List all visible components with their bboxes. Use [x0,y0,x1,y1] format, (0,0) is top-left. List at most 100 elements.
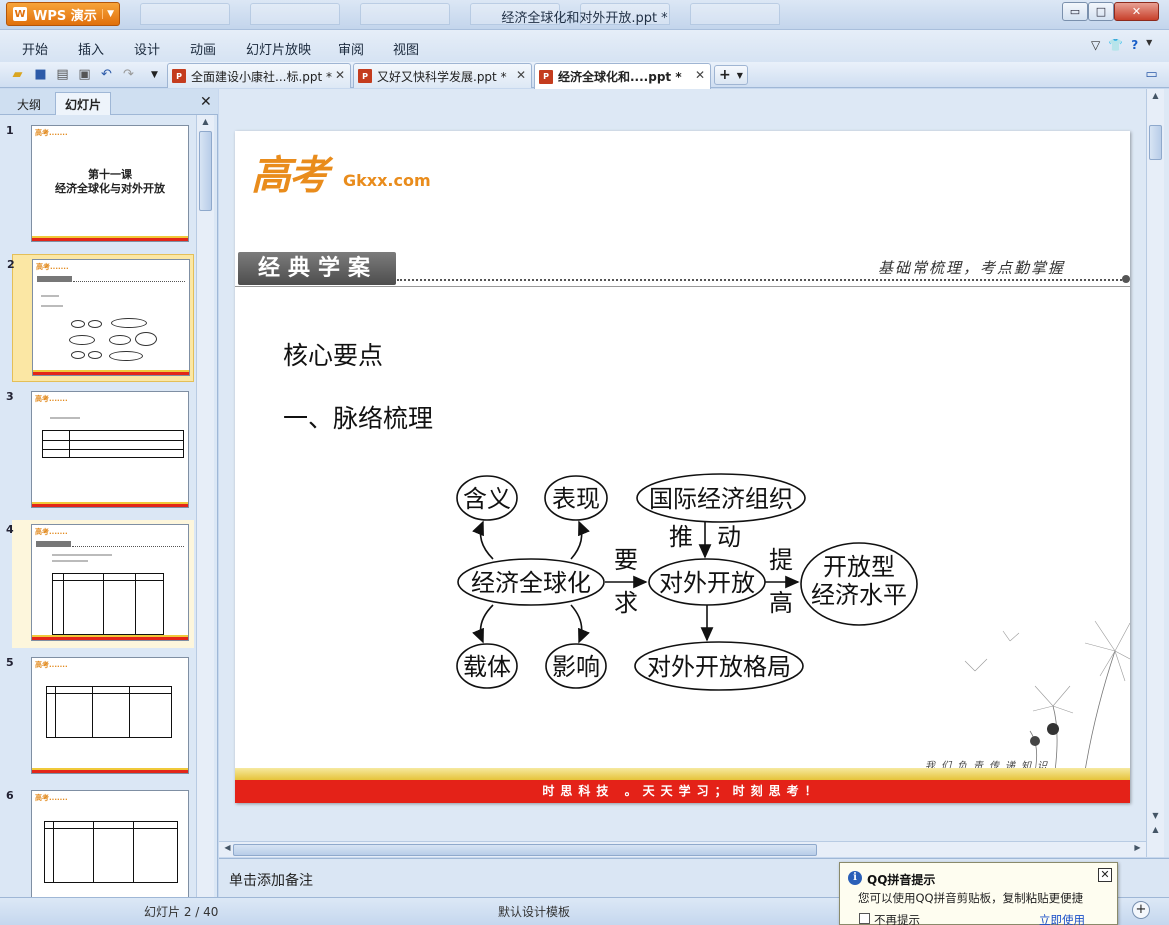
label-open-economy-2: 经济水平 [811,581,907,609]
thumb-banner [37,276,72,282]
menu-item-home[interactable]: 开始 [22,39,48,58]
slide-preview: 高考....... [31,391,189,508]
thumb-logo: 高考....... [35,129,68,137]
new-tab-button[interactable]: + ▼ [714,65,748,85]
close-tab-icon[interactable]: ✕ [516,68,526,82]
slide-preview: 高考....... [31,790,189,897]
use-now-link[interactable]: 立即使用 [1039,912,1085,925]
label-impact: 影响 [552,653,600,681]
plus-icon: + [719,67,731,83]
thumb-logo: 高考....... [36,263,69,271]
menu-item-view[interactable]: 视图 [393,39,419,58]
close-icon: ✕ [1131,5,1142,18]
ppt-file-icon: P [172,69,186,83]
ppt-file-icon: P [539,69,553,84]
label-carrier: 载体 [463,653,511,681]
thumb-footer-bar [32,502,188,507]
prev-slide-icon[interactable]: ▲ [1149,825,1162,837]
horizontal-scrollbar[interactable]: ◀ ▶ [219,841,1146,857]
vertical-scrollbar[interactable]: ▲ ▼ ▲ [1146,89,1164,857]
notes-placeholder[interactable]: 单击添加备注 [229,870,313,890]
close-button[interactable]: ✕ [1114,2,1159,21]
redo-icon[interactable]: ↷ [120,66,137,83]
menu-item-design[interactable]: 设计 [134,39,160,58]
save-icon[interactable]: ■ [32,66,49,83]
thumb-table [46,686,172,738]
thumb-footer-bar [33,370,189,375]
menu-bar: 开始 插入 设计 动画 幻灯片放映 审阅 视图 ▽ 👕 ? ▼ [0,30,1169,62]
close-tab-icon[interactable]: ✕ [695,68,705,82]
slide-canvas[interactable]: 高考 Gkxx.com 经典学案 基础常梳理，考点勤掌握 核心要点 一、脉络梳理 [235,131,1130,803]
print-preview-icon[interactable]: ▣ [76,66,93,83]
thumb-node [111,318,147,328]
thumb-footer-bar [32,768,188,773]
thumbnail-scrollbar[interactable]: ▲ [196,115,214,897]
thumb-divider [73,281,185,282]
doc-tab[interactable]: P 全面建设小康社...标.ppt * ✕ [167,63,351,88]
doc-tab-active[interactable]: P 经济全球化和....ppt * ✕ [534,63,711,89]
thumb-node [69,335,95,345]
minimize-button[interactable]: ▭ [1062,2,1088,21]
slide-thumbnail[interactable]: 1 高考....... 第十一课 经济全球化与对外开放 [6,121,194,249]
print-icon[interactable]: ▤ [54,66,71,83]
thumb-banner [36,541,71,547]
quick-access-toolbar: ▰ ■ ▤ ▣ ↶ ↷ ▼ P 全面建设小康社...标.ppt * ✕ P 又好… [0,62,1169,89]
label-opening: 对外开放 [659,569,755,597]
open-folder-icon[interactable]: ▰ [9,66,26,83]
info-icon: i [848,871,862,885]
close-tab-icon[interactable]: ✕ [335,68,345,82]
scroll-right-icon[interactable]: ▶ [1131,843,1144,855]
skin-icon[interactable]: 👕 [1108,38,1123,52]
doc-tab[interactable]: P 又好又快科学发展.ppt * ✕ [353,63,532,88]
tab-outline[interactable]: 大纲 [7,92,51,115]
scroll-up-icon[interactable]: ▲ [1149,91,1162,103]
doc-tab-label: 又好又快科学发展.ppt * [377,69,507,84]
status-slide-info: 幻灯片 2 / 40 [144,905,219,919]
slide-number: 4 [6,523,14,536]
scroll-up-icon[interactable]: ▲ [199,117,212,129]
menu-item-insert[interactable]: 插入 [78,39,104,58]
maximize-button[interactable]: □ [1088,2,1114,21]
slide-preview: 高考....... [31,657,189,774]
popup-message: 您可以使用QQ拼音剪贴板，复制粘贴更便捷 [858,891,1084,905]
thumb-footer-bar [32,236,188,241]
label-push: 推 动 [669,523,741,551]
doc-tab-label: 经济全球化和....ppt * [558,70,682,84]
doc-tab-label: 全面建设小康社...标.ppt * [191,69,333,84]
undo-icon[interactable]: ↶ [98,66,115,83]
menu-item-animation[interactable]: 动画 [190,39,216,58]
dont-show-checkbox[interactable] [859,913,870,924]
scroll-thumb[interactable] [233,844,817,856]
label-open-economy-1: 开放型 [823,553,895,581]
slide-thumbnail[interactable]: 5 高考....... [6,653,194,781]
slide-number: 1 [6,124,14,137]
scroll-thumb[interactable] [199,131,212,211]
slide-thumbnail[interactable]: 3 高考....... [6,387,194,515]
tab-slides[interactable]: 幻灯片 [55,92,112,115]
scroll-thumb[interactable] [1149,125,1162,160]
arrow-to-impact [570,604,590,644]
close-panel-icon[interactable]: ✕ [200,94,212,110]
customize-toolbar-icon[interactable]: ▼ [146,66,163,83]
slide-number: 6 [6,789,14,802]
menu-item-slideshow[interactable]: 幻灯片放映 [246,39,311,58]
menu-item-review[interactable]: 审阅 [338,39,364,58]
qq-pinyin-popup: i QQ拼音提示 ✕ 您可以使用QQ拼音剪贴板，复制粘贴更便捷 不再提示 立即使… [839,862,1118,925]
dont-show-label[interactable]: 不再提示 [874,912,920,925]
slide-preview: 高考....... [31,524,189,641]
slide-preview: 高考....... [32,259,190,376]
layout-toggle-icon[interactable]: ▭ [1143,66,1160,83]
arrow-to-carrier [472,604,494,644]
thumb-text-line [52,554,112,556]
help-icon[interactable]: ? [1131,38,1138,52]
slide-thumbnail[interactable]: 6 高考....... [6,786,194,897]
ribbon-collapse-icon[interactable]: ▽ [1091,38,1100,52]
zoom-in-icon[interactable]: + [1132,901,1150,919]
chevron-down-icon[interactable]: ▼ [1146,38,1152,52]
slide-thumbnail-selected[interactable]: 2 高考....... [7,254,194,382]
scroll-down-icon[interactable]: ▼ [1149,811,1162,823]
thumb-logo: 高考....... [35,794,68,802]
slide-thumbnail[interactable]: 4 高考....... [6,520,194,648]
close-popup-icon[interactable]: ✕ [1098,868,1112,882]
thumb-logo: 高考....... [35,395,68,403]
